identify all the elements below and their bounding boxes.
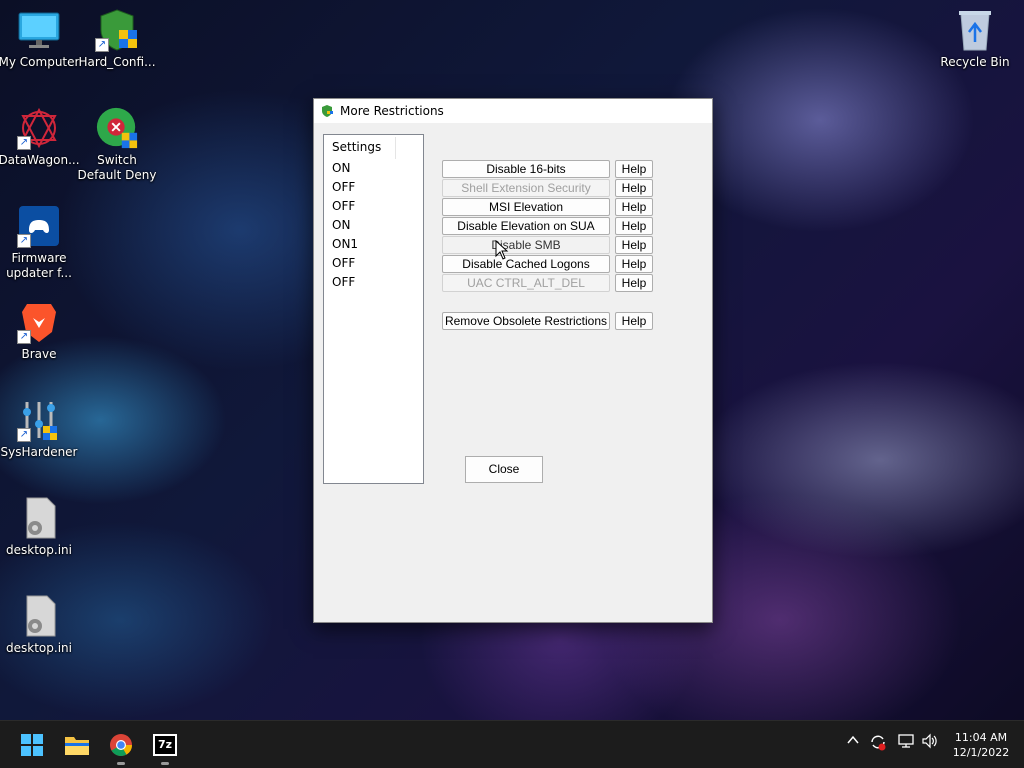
help-button-remove-obsolete-restrictions[interactable]: Help	[615, 312, 653, 330]
chrome-button[interactable]	[107, 731, 135, 765]
disable-smb-button[interactable]: Disable SMB	[442, 236, 610, 254]
desktop-icon-label: My Computer	[0, 55, 80, 69]
desktop-icon-my-computer[interactable]: My Computer	[0, 8, 80, 70]
settings-row[interactable]: ON	[324, 159, 423, 178]
desktop-icon-switch-default-deny[interactable]: Switch Default Deny	[76, 106, 158, 183]
desktop-icon-label-line2: Default Deny	[77, 168, 157, 182]
shield-icon: ↗	[95, 8, 139, 52]
7zip-icon: 7z	[153, 734, 177, 756]
desktop-icon-label-line1: Firmware	[11, 251, 67, 265]
shortcut-arrow-icon: ↗	[17, 234, 31, 248]
running-indicator	[161, 762, 169, 765]
uac-ctrl-alt-del-button: UAC CTRL_ALT_DEL	[442, 274, 610, 292]
desktop-icon-desktop-ini-2[interactable]: desktop.ini	[0, 594, 80, 656]
shortcut-arrow-icon: ↗	[17, 428, 31, 442]
desktop-icon-syshardener[interactable]: ↗ SysHardener	[0, 398, 80, 460]
help-button-disable-16-bits[interactable]: Help	[615, 160, 653, 178]
msi-elevation-button[interactable]: MSI Elevation	[442, 198, 610, 216]
desktop-icon-label: Hard_Confi...	[78, 55, 156, 69]
desktop-icon-datawagon[interactable]: ↗ DataWagon...	[0, 106, 80, 168]
help-button-disable-smb[interactable]: Help	[615, 236, 653, 254]
settings-row[interactable]: ON	[324, 216, 423, 235]
windows-logo-icon	[21, 734, 43, 756]
network-icon[interactable]	[897, 733, 915, 753]
desktop-icon-recycle-bin[interactable]: Recycle Bin	[934, 8, 1016, 70]
desktop-icon-desktop-ini-1[interactable]: desktop.ini	[0, 496, 80, 558]
show-hidden-icons-chevron-icon[interactable]	[846, 733, 860, 751]
desktop-icon-hard-configurator[interactable]: ↗ Hard_Confi...	[76, 8, 158, 70]
desktop-icon-label: SysHardener	[0, 445, 78, 459]
chrome-icon	[110, 734, 132, 756]
settings-file-icon	[17, 594, 61, 638]
mouse-cursor-icon	[495, 240, 509, 260]
dialog-titlebar[interactable]: More Restrictions	[314, 99, 712, 123]
sync-alert-tray-icon[interactable]	[869, 733, 887, 755]
shield-icon	[322, 105, 333, 117]
running-indicator	[117, 762, 125, 765]
settings-file-icon	[17, 496, 61, 540]
file-explorer-button[interactable]	[63, 731, 91, 759]
desktop-icon-brave[interactable]: ↗ Brave	[0, 300, 80, 362]
gamepad-icon: ↗	[17, 204, 61, 248]
shortcut-arrow-icon: ↗	[17, 330, 31, 344]
taskbar-clock[interactable]: 11:04 AM 12/1/2022	[946, 730, 1016, 760]
settings-row[interactable]: OFF	[324, 178, 423, 197]
desktop-icon-label-line2: updater f...	[6, 266, 72, 280]
shell-extension-security-button: Shell Extension Security	[442, 179, 610, 197]
remove-obsolete-restrictions-button[interactable]: Remove Obsolete Restrictions	[442, 312, 610, 330]
7zip-button[interactable]: 7z	[151, 731, 179, 765]
settings-row[interactable]: ON1	[324, 235, 423, 254]
settings-row[interactable]: OFF	[324, 273, 423, 292]
disable-16-bits-button[interactable]: Disable 16-bits	[442, 160, 610, 178]
brave-lion-icon: ↗	[17, 300, 61, 344]
settings-row[interactable]: OFF	[324, 254, 423, 273]
desktop-icon-label-line1: Switch	[97, 153, 137, 167]
desktop-icon-label: Brave	[21, 347, 57, 361]
start-button[interactable]	[18, 731, 46, 759]
settings-row[interactable]: OFF	[324, 197, 423, 216]
disable-elevation-on-sua-button[interactable]: Disable Elevation on SUA	[442, 217, 610, 235]
dialog-title: More Restrictions	[340, 104, 444, 118]
clock-time: 11:04 AM	[954, 731, 1008, 744]
taskbar: 7z 11:04 AM 12/1/2022	[0, 720, 1024, 768]
help-button-disable-cached-logons[interactable]: Help	[615, 255, 653, 273]
folder-icon	[65, 737, 89, 755]
settings-list-header[interactable]: Settings	[324, 135, 423, 159]
shortcut-arrow-icon: ↗	[17, 136, 31, 150]
volume-icon[interactable]	[921, 733, 939, 753]
column-separator[interactable]	[395, 137, 396, 159]
help-button-uac-ctrl-alt-del[interactable]: Help	[615, 274, 653, 292]
settings-column-header: Settings	[332, 140, 382, 154]
close-button[interactable]: Close	[465, 456, 543, 483]
switch-deny-icon	[95, 106, 139, 150]
sliders-shield-icon: ↗	[17, 398, 61, 442]
desktop-icon-label: DataWagon...	[0, 153, 80, 167]
help-button-shell-extension-security[interactable]: Help	[615, 179, 653, 197]
clock-date: 12/1/2022	[952, 746, 1010, 759]
disable-cached-logons-button[interactable]: Disable Cached Logons	[442, 255, 610, 273]
help-button-disable-elevation-on-sua[interactable]: Help	[615, 217, 653, 235]
more-restrictions-dialog: More Restrictions Settings ON OFF OFF ON…	[313, 98, 713, 623]
settings-listview[interactable]: Settings ON OFF OFF ON ON1 OFF OFF	[323, 134, 424, 484]
desktop-icon-firmware-updater[interactable]: ↗ Firmware updater f...	[0, 204, 80, 281]
monitor-icon	[17, 8, 61, 52]
datawagon-icon: ↗	[17, 106, 61, 150]
shortcut-arrow-icon: ↗	[95, 38, 109, 52]
desktop-icon-label: desktop.ini	[6, 641, 72, 655]
desktop-icon-label: desktop.ini	[6, 543, 72, 557]
help-button-msi-elevation[interactable]: Help	[615, 198, 653, 216]
desktop-icon-label: Recycle Bin	[940, 55, 1010, 69]
recycle-bin-icon	[953, 8, 997, 52]
